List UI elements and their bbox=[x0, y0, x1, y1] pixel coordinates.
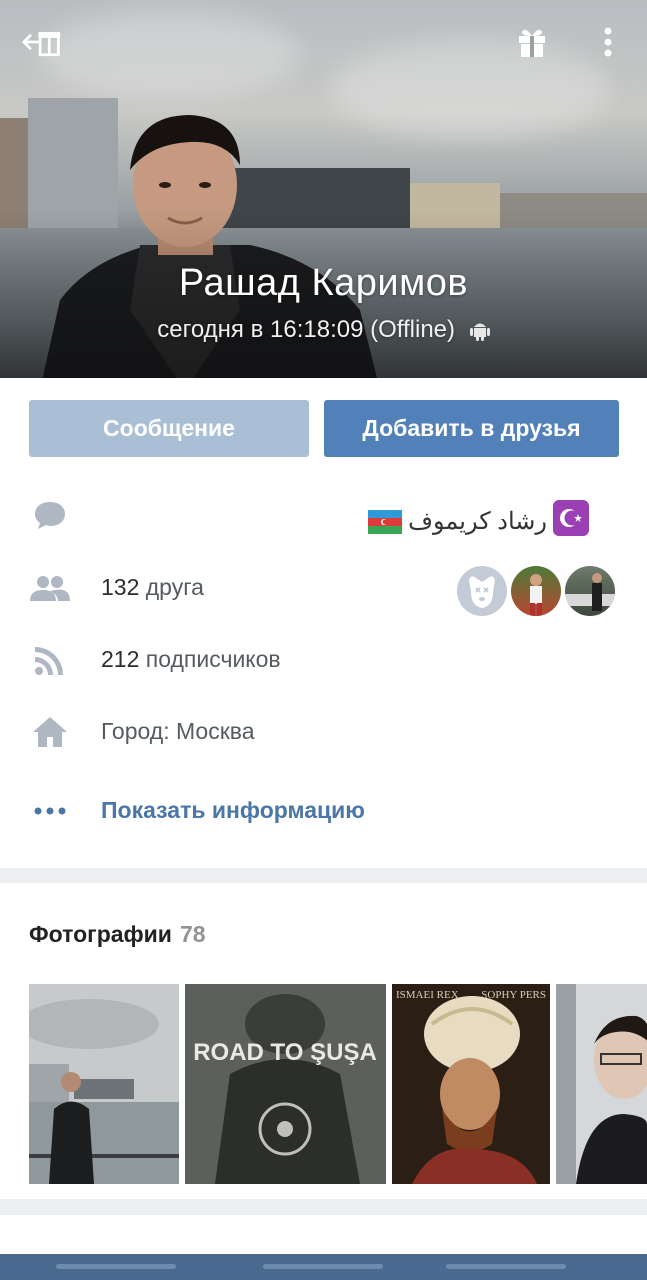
followers-count-number: 212 bbox=[101, 646, 140, 672]
followers-count: 212 подписчиков bbox=[101, 646, 281, 673]
nav-tab[interactable] bbox=[56, 1264, 176, 1269]
bottom-navigation-bar bbox=[0, 1254, 647, 1280]
friends-count-number: 132 bbox=[101, 574, 140, 600]
native-name-row: رشاد كريموف bbox=[0, 485, 647, 545]
friends-row[interactable]: 132 друга bbox=[0, 558, 647, 618]
profile-cover: Рашад Каримов сегодня в 16:18:09 (Offlin… bbox=[0, 0, 647, 378]
friends-count-label: друга bbox=[145, 574, 204, 600]
followers-row[interactable]: 212 подписчиков bbox=[0, 630, 647, 690]
back-gift-icon bbox=[22, 32, 61, 57]
last-seen-text: сегодня в 16:18:09 (Offline) bbox=[157, 316, 456, 343]
avatar-deactivated[interactable] bbox=[457, 566, 507, 616]
avatar-friend[interactable] bbox=[565, 566, 615, 616]
azerbaijan-flag-icon bbox=[368, 509, 403, 534]
photo-thumb[interactable]: ISMAEI REX SOPHY PERS bbox=[392, 984, 550, 1184]
friend-avatars[interactable] bbox=[457, 566, 615, 616]
photos-title: Фотографии bbox=[29, 921, 172, 947]
friends-count: 132 друга bbox=[101, 574, 204, 601]
add-friend-button[interactable]: Добавить в друзья bbox=[324, 400, 619, 457]
rss-icon bbox=[30, 642, 70, 678]
android-icon bbox=[469, 323, 490, 341]
photo-thumb[interactable]: ROAD TO ŞUŞA bbox=[185, 984, 386, 1184]
native-name-text: رشاد كريموف bbox=[408, 508, 547, 535]
photos-header[interactable]: Фотографии 78 bbox=[29, 921, 206, 948]
photo-caption-left: ISMAEI REX bbox=[396, 989, 459, 1001]
nav-tab[interactable] bbox=[446, 1264, 566, 1269]
profile-name: Рашад Каримов bbox=[178, 262, 469, 304]
followers-count-label: подписчиков bbox=[145, 646, 281, 672]
avatar-friend[interactable] bbox=[511, 566, 561, 616]
more-icon bbox=[604, 27, 612, 57]
photos-count: 78 bbox=[179, 921, 206, 947]
photo-thumb[interactable] bbox=[29, 984, 179, 1184]
photo-caption-right: SOPHY PERS bbox=[481, 989, 546, 1001]
photo-caption: ROAD TO ŞUŞA bbox=[193, 1039, 377, 1066]
star-crescent-icon bbox=[553, 500, 589, 543]
gift-button[interactable] bbox=[512, 22, 552, 62]
more-button[interactable] bbox=[588, 22, 628, 62]
message-button[interactable]: Сообщение bbox=[29, 400, 309, 457]
show-info-link[interactable]: Показать информацию bbox=[101, 797, 365, 824]
gift-icon bbox=[519, 29, 545, 57]
show-info-row[interactable]: Показать информацию bbox=[0, 781, 647, 841]
nav-tab[interactable] bbox=[263, 1264, 383, 1269]
native-name: رشاد كريموف bbox=[368, 500, 589, 543]
dots-icon bbox=[30, 793, 70, 829]
friends-icon bbox=[30, 570, 70, 606]
photos-card: Фотографии 78 ROAD TO ŞUŞA ISMAEI REX SO… bbox=[0, 883, 647, 1199]
message-icon bbox=[30, 497, 70, 533]
cloud bbox=[40, 10, 300, 100]
photo-thumb[interactable] bbox=[556, 984, 647, 1184]
home-icon bbox=[30, 714, 70, 750]
last-seen-status: сегодня в 16:18:09 (Offline) bbox=[0, 316, 647, 344]
city-text: Город: Москва bbox=[101, 718, 255, 744]
city-row: Город: Москва bbox=[0, 702, 647, 762]
back-button[interactable] bbox=[22, 22, 62, 62]
next-section-card bbox=[0, 1215, 647, 1255]
profile-info-card: Сообщение Добавить в друзья رشاد كريموف bbox=[0, 378, 647, 868]
